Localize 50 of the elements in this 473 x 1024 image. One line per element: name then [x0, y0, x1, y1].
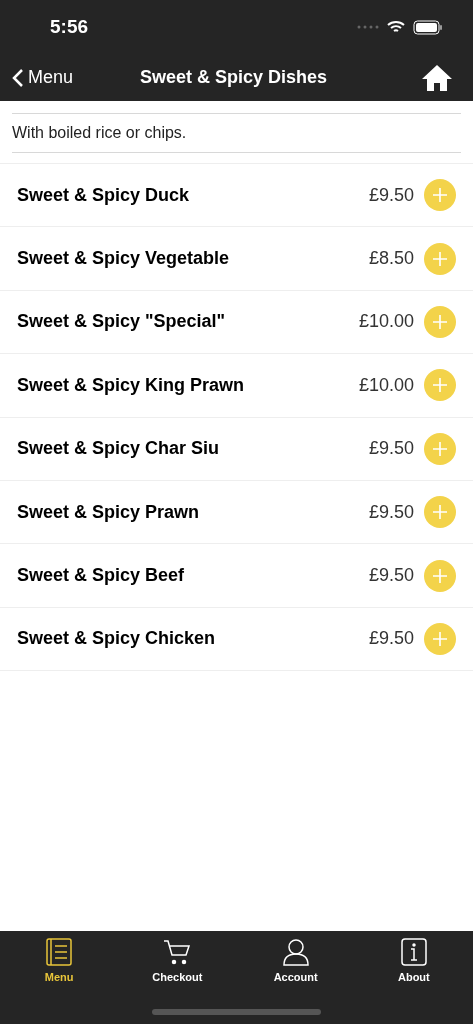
dish-name: Sweet & Spicy "Special" — [17, 310, 226, 334]
dish-price: £10.00 — [358, 373, 414, 397]
dish-price: £9.50 — [368, 437, 414, 461]
back-button[interactable]: Menu — [12, 64, 74, 91]
add-button[interactable] — [424, 622, 456, 655]
plus-icon — [432, 250, 448, 267]
add-button[interactable] — [424, 305, 456, 338]
home-button[interactable] — [421, 63, 453, 92]
chevron-left-icon — [12, 67, 24, 88]
add-button[interactable] — [424, 496, 456, 529]
tab-bar-item[interactable]: About — [354, 937, 473, 986]
status-time: 5:56 — [50, 14, 89, 39]
add-button[interactable] — [424, 559, 456, 592]
plus-icon — [432, 440, 448, 457]
plus-icon — [432, 187, 448, 204]
dish-name: Sweet & Spicy Prawn — [17, 500, 200, 524]
dish-price: £9.50 — [368, 627, 414, 651]
add-button[interactable] — [424, 369, 456, 402]
dish-price: £9.50 — [368, 183, 414, 207]
person-icon — [280, 937, 311, 967]
dish-name: Sweet & Spicy Duck — [17, 183, 190, 207]
plus-icon — [432, 630, 448, 647]
plus-icon — [432, 377, 448, 394]
tab-bar-item[interactable]: Account — [236, 937, 355, 986]
dish-price: £8.50 — [368, 247, 414, 271]
dish-name: Sweet & Spicy Vegetable — [17, 247, 230, 271]
cart-icon — [162, 937, 193, 967]
info-icon — [398, 937, 429, 967]
add-button[interactable] — [424, 242, 456, 275]
plus-icon — [432, 313, 448, 330]
dish-name: Sweet & Spicy Beef — [17, 564, 185, 588]
plus-icon — [432, 567, 448, 584]
tab-bar-item[interactable]: Checkout — [118, 937, 237, 986]
signal-icon — [357, 25, 379, 29]
battery-icon — [413, 19, 443, 35]
page-title: Sweet & Spicy Dishes — [140, 66, 328, 89]
book-icon — [44, 937, 75, 967]
tab-bar-item[interactable]: Menu — [0, 937, 119, 986]
home-icon — [421, 63, 453, 92]
dish-price: £9.50 — [368, 500, 414, 524]
plus-icon — [432, 504, 448, 521]
dish-price: £10.00 — [358, 310, 414, 334]
dish-name: Sweet & Spicy Chicken — [17, 627, 216, 651]
add-button[interactable] — [424, 432, 456, 465]
wifi-icon — [387, 20, 405, 34]
dish-price: £9.50 — [368, 564, 414, 588]
dish-name: Sweet & Spicy Char Siu — [17, 437, 220, 461]
dish-name: Sweet & Spicy King Prawn — [17, 373, 245, 397]
add-button[interactable] — [424, 179, 456, 212]
description-text: With boiled rice or chips. — [12, 124, 187, 141]
